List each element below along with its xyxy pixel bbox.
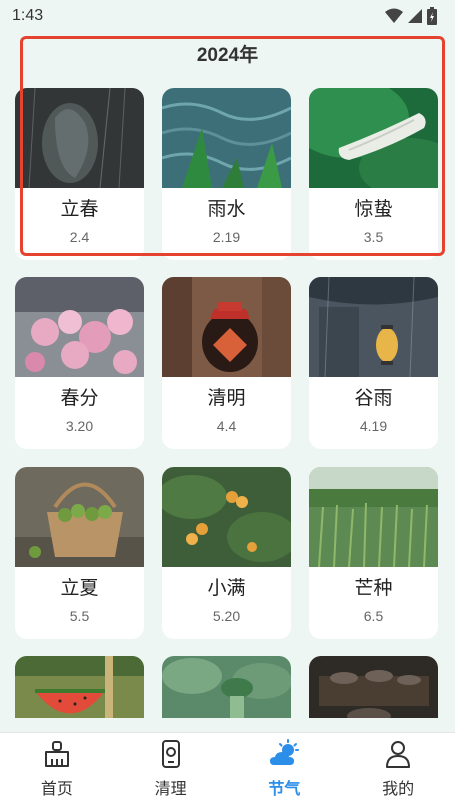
wine-jar-image xyxy=(162,277,291,377)
term-card-lichun[interactable]: 立春 2.4 xyxy=(15,88,144,260)
term-date: 4.4 xyxy=(216,418,237,434)
term-card-mangzhong[interactable]: 芒种 6.5 xyxy=(309,467,438,639)
tab-mine[interactable]: 我的 xyxy=(342,733,455,809)
term-card-row4-2[interactable] xyxy=(162,656,291,718)
broom-icon xyxy=(44,741,69,767)
term-name: 芒种 xyxy=(354,577,393,599)
blossom-image xyxy=(15,277,144,377)
term-name: 立春 xyxy=(60,198,99,220)
term-name: 惊蛰 xyxy=(354,198,393,220)
user-icon xyxy=(386,741,411,768)
wheat-field-image xyxy=(309,467,438,567)
term-card-qingming[interactable]: 清明 4.4 xyxy=(162,277,291,449)
term-date: 5.20 xyxy=(212,608,241,624)
term-card-yushui[interactable]: 雨水 2.19 xyxy=(162,88,291,260)
term-date: 5.5 xyxy=(69,608,90,624)
rain-window-image xyxy=(15,88,144,188)
loquat-tree-image xyxy=(162,467,291,567)
term-card-row4-3[interactable] xyxy=(309,656,438,718)
term-name: 谷雨 xyxy=(354,387,393,409)
term-date: 3.20 xyxy=(65,418,94,434)
silkworm-leaf-image xyxy=(309,88,438,188)
term-name: 春分 xyxy=(60,387,99,409)
tab-mine-label: 我的 xyxy=(382,779,415,798)
tab-clean[interactable]: 清理 xyxy=(114,733,227,809)
tab-home[interactable]: 首页 xyxy=(0,733,113,809)
term-date: 2.19 xyxy=(212,229,241,245)
term-date: 4.19 xyxy=(359,418,388,434)
term-name: 清明 xyxy=(207,387,246,409)
term-date: 2.4 xyxy=(69,229,90,245)
term-card-row4-1[interactable] xyxy=(15,656,144,718)
phone-icon xyxy=(161,740,180,768)
term-card-guyu[interactable]: 谷雨 4.19 xyxy=(309,277,438,449)
tab-home-label: 首页 xyxy=(40,779,73,798)
term-date: 3.5 xyxy=(363,229,384,245)
weather-icon xyxy=(270,739,300,765)
term-card-xiaoman[interactable]: 小满 5.20 xyxy=(162,467,291,639)
solar-terms-grid[interactable]: 2024年 立春 2.4 雨水 2.19 惊蛰 3.5 春分 3.20 清明 4… xyxy=(0,0,455,718)
term-name: 雨水 xyxy=(207,198,246,220)
term-card-chunfen[interactable]: 春分 3.20 xyxy=(15,277,144,449)
term-name: 立夏 xyxy=(60,577,99,599)
basket-image xyxy=(15,467,144,567)
term-name: 小满 xyxy=(207,577,246,599)
year-title: 2024年 xyxy=(196,45,259,66)
rain-lantern-image xyxy=(309,277,438,377)
term-card-jingzhe[interactable]: 惊蛰 3.5 xyxy=(309,88,438,260)
bottom-tab-bar: 首页 清理 节气 我的 xyxy=(0,732,455,809)
lotus-child-image xyxy=(162,656,291,718)
term-date: 6.5 xyxy=(363,608,384,624)
tab-solar-terms-label: 节气 xyxy=(268,779,301,798)
tab-clean-label: 清理 xyxy=(154,779,187,798)
rain-water-image xyxy=(162,88,291,188)
tab-solar-terms[interactable]: 节气 xyxy=(228,733,341,809)
tea-bowls-image xyxy=(309,656,438,718)
term-card-lixia[interactable]: 立夏 5.5 xyxy=(15,467,144,639)
watermelon-image xyxy=(15,656,144,718)
